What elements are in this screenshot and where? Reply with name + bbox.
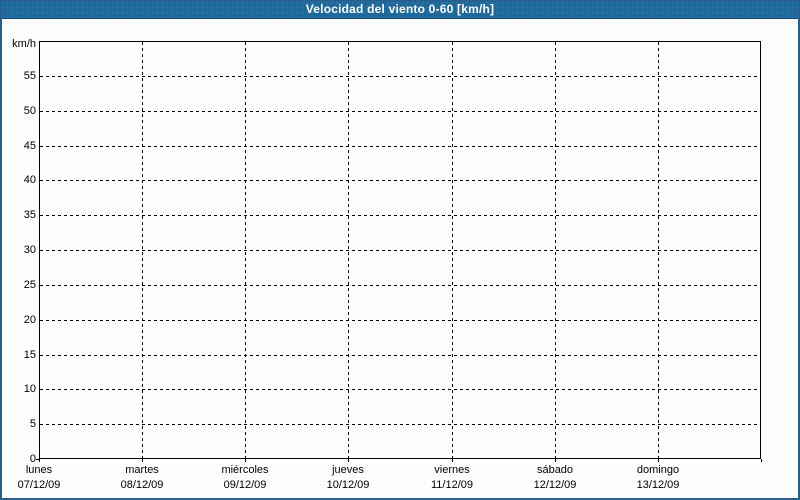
plot-grid [36, 41, 762, 462]
x-tick-date: 08/12/09 [120, 479, 164, 491]
x-tick-day: viernes [434, 464, 470, 476]
x-tick-date: 13/12/09 [636, 479, 680, 491]
x-tick-date: 11/12/09 [430, 479, 473, 491]
x-tick-day: martes [125, 464, 159, 476]
x-tick-day: sábado [536, 464, 574, 476]
y-tick-label: 35 [23, 209, 36, 221]
y-tick-label: 25 [23, 279, 36, 291]
y-tick-label: 55 [23, 70, 36, 82]
y-tick-label: 20 [23, 314, 36, 326]
x-tick-date: 12/12/09 [533, 479, 577, 491]
y-tick-label: 30 [23, 244, 36, 256]
x-tick-label: miércoles 09/12/09 [185, 463, 305, 493]
x-tick-day: miércoles [221, 464, 269, 476]
x-tick-day: jueves [332, 464, 364, 476]
y-tick-label: 10 [23, 383, 36, 395]
x-tick-day: domingo [636, 464, 680, 476]
x-tick-date: 09/12/09 [223, 479, 267, 491]
y-tick-label: 15 [23, 349, 36, 361]
x-tick-label: viernes 11/12/09 [392, 463, 512, 493]
y-tick-label: 50 [23, 105, 36, 117]
x-tick-label: martes 08/12/09 [82, 463, 202, 493]
y-tick-label: 5 [29, 418, 36, 430]
x-tick-label: jueves 10/12/09 [288, 463, 408, 493]
x-tick-date: 10/12/09 [326, 479, 370, 491]
y-tick-label: 40 [23, 174, 36, 186]
y-tick-label: 45 [23, 140, 36, 152]
wind-speed-chart-window: Velocidad del viento 0-60 [km/h] km/h 05… [0, 0, 800, 500]
x-tick-label: domingo 13/12/09 [598, 463, 718, 493]
x-tick-label: sábado 12/12/09 [495, 463, 615, 493]
y-axis-unit-label: km/h [12, 38, 36, 50]
